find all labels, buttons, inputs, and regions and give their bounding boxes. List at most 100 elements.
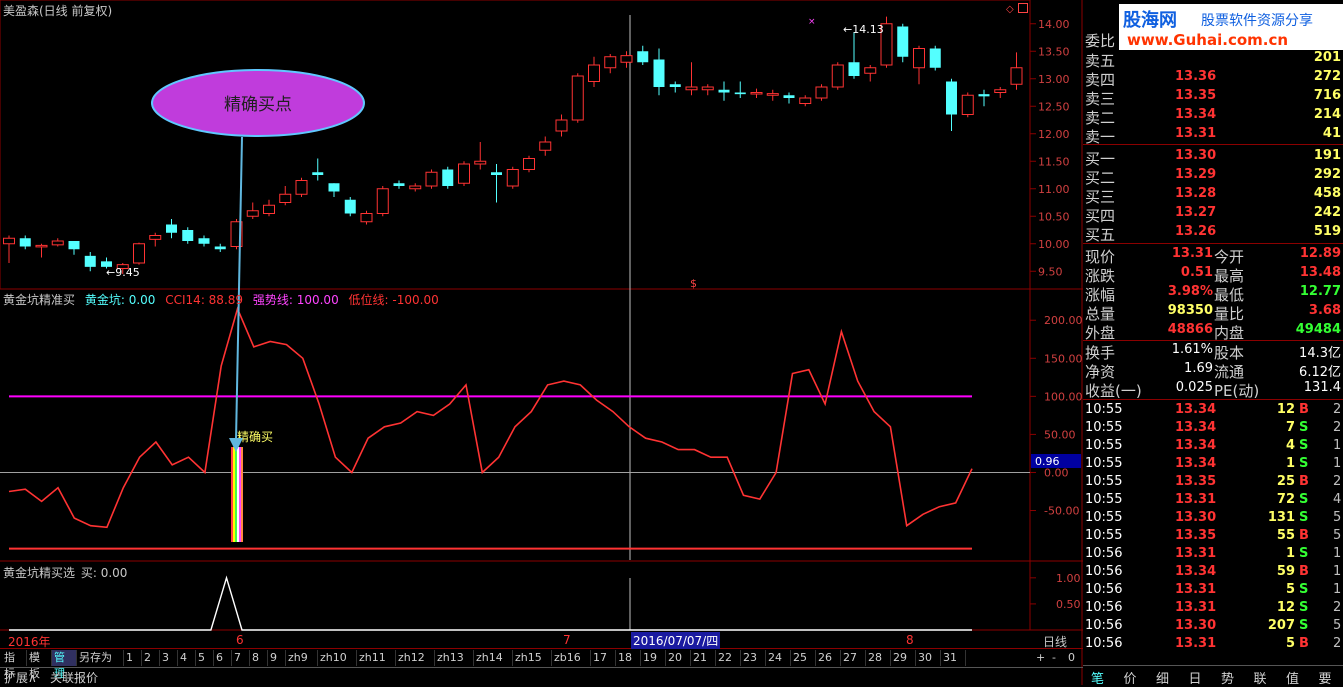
tick-time: 10:55 bbox=[1085, 474, 1123, 489]
bottom-tab[interactable]: zh12 bbox=[396, 650, 435, 666]
bottom-tab[interactable]: 28 bbox=[866, 650, 891, 666]
buy-order-row[interactable]: 买三 13.28 458 bbox=[1083, 185, 1343, 206]
bottom-tab[interactable]: 9 bbox=[268, 650, 286, 666]
sell-order-row[interactable]: 卖一 13.31 41 bbox=[1083, 125, 1343, 146]
zoom-out-button[interactable]: - bbox=[1052, 651, 1056, 664]
zoom-reset-button[interactable]: 0 bbox=[1068, 651, 1075, 664]
right-tab[interactable]: 价 bbox=[1124, 668, 1137, 687]
quote-row: 涨幅 3.98% 最低 12.77 bbox=[1083, 283, 1343, 304]
bottom-tab[interactable]: 25 bbox=[791, 650, 816, 666]
sell-order-row[interactable]: 卖二 13.34 214 bbox=[1083, 106, 1343, 127]
bottom-tab[interactable]: 4 bbox=[178, 650, 196, 666]
buy-order-row[interactable]: 买一 13.30 191 bbox=[1083, 147, 1343, 168]
bottom-tab[interactable]: zh14 bbox=[474, 650, 513, 666]
bottom-tab[interactable]: 3 bbox=[160, 650, 178, 666]
fund-value: 131.4 bbox=[1303, 380, 1341, 395]
bottom-tab[interactable]: 24 bbox=[766, 650, 791, 666]
buy-order-row[interactable]: 买四 13.27 242 bbox=[1083, 204, 1343, 225]
right-tab[interactable]: 日 bbox=[1189, 668, 1202, 687]
order-volume: 242 bbox=[1313, 205, 1341, 220]
period-label[interactable]: 日线 bbox=[1043, 633, 1067, 650]
tick-count: 1 bbox=[1333, 456, 1342, 471]
candle-body bbox=[637, 51, 649, 63]
bottom-tab[interactable]: 5 bbox=[196, 650, 214, 666]
bottom-tab[interactable]: 另存为 bbox=[77, 650, 124, 666]
quote-value: 98350 bbox=[1167, 303, 1213, 318]
bottom-tab[interactable]: 管理 bbox=[52, 650, 77, 680]
bottom-tab[interactable]: 22 bbox=[716, 650, 741, 666]
sell-order-row[interactable]: 卖三 13.35 716 bbox=[1083, 87, 1343, 108]
bottom-tab[interactable]: 17 bbox=[591, 650, 616, 666]
bottom-tab[interactable]: 模板 bbox=[27, 650, 52, 680]
expand-button[interactable]: 扩展∧ bbox=[4, 669, 37, 686]
bottom-tab[interactable]: 7 bbox=[232, 650, 250, 666]
sell-order-row[interactable]: 卖四 13.36 272 bbox=[1083, 68, 1343, 89]
tick-price: 13.34 bbox=[1175, 420, 1217, 435]
tick-volume: 131 bbox=[1267, 510, 1295, 525]
price-tick-label: 13.00 bbox=[1038, 73, 1070, 86]
bottom-tab[interactable]: 30 bbox=[916, 650, 941, 666]
bottom-tab[interactable]: zb16 bbox=[552, 650, 591, 666]
sell-order-row[interactable]: 卖五 201 bbox=[1083, 49, 1343, 70]
bottom-tab[interactable]: 27 bbox=[841, 650, 866, 666]
bottom-tab[interactable]: 19 bbox=[641, 650, 666, 666]
order-price: 13.30 bbox=[1175, 148, 1217, 163]
bottom-tab[interactable]: 29 bbox=[891, 650, 916, 666]
bottom-tab[interactable]: zh10 bbox=[318, 650, 357, 666]
bottom-tab[interactable]: 26 bbox=[816, 650, 841, 666]
buy-order-row[interactable]: 买二 13.29 292 bbox=[1083, 166, 1343, 187]
right-tab[interactable]: 联 bbox=[1254, 668, 1267, 687]
right-tab[interactable]: 笔 bbox=[1091, 668, 1104, 687]
tick-price: 13.35 bbox=[1175, 474, 1217, 489]
candle-body bbox=[588, 64, 600, 82]
bottom-tab[interactable]: 6 bbox=[214, 650, 232, 666]
order-volume: 292 bbox=[1313, 167, 1341, 182]
sub-indicator-name[interactable]: 黄金坑精买选 bbox=[3, 566, 75, 580]
bottom-tab[interactable]: 指标 bbox=[2, 650, 27, 680]
bottom-tab[interactable]: 20 bbox=[666, 650, 691, 666]
candle-body bbox=[84, 255, 96, 267]
dollar-mark: $ bbox=[690, 277, 697, 290]
right-tab[interactable]: 要 bbox=[1319, 668, 1332, 687]
bottom-tab[interactable]: 8 bbox=[250, 650, 268, 666]
indicator-tick-label: 0.00 bbox=[1044, 466, 1069, 479]
buy-order-row[interactable]: 买五 13.26 519 bbox=[1083, 223, 1343, 244]
diamond-icon[interactable]: ◇ bbox=[1006, 4, 1014, 15]
candle-body bbox=[35, 244, 48, 248]
tick-price: 13.34 bbox=[1175, 402, 1217, 417]
bottom-tab[interactable]: 18 bbox=[616, 650, 641, 666]
right-tab[interactable]: 势 bbox=[1221, 668, 1234, 687]
tick-time: 10:55 bbox=[1085, 402, 1123, 417]
quote-value: 0.51 bbox=[1180, 265, 1213, 280]
order-price: 13.36 bbox=[1175, 69, 1217, 84]
bottom-tab[interactable]: zh13 bbox=[435, 650, 474, 666]
right-tab[interactable]: 细 bbox=[1156, 668, 1169, 687]
tick-side: S bbox=[1299, 618, 1309, 633]
right-tab[interactable]: 值 bbox=[1286, 668, 1299, 687]
bottom-tab[interactable]: 2 bbox=[142, 650, 160, 666]
related-quote-button[interactable]: 关联报价 bbox=[50, 669, 98, 686]
bottom-tab[interactable]: zh15 bbox=[513, 650, 552, 666]
bottom-tab[interactable]: 1 bbox=[124, 650, 142, 666]
tick-time: 10:56 bbox=[1085, 600, 1123, 615]
tick-count: 1 bbox=[1333, 564, 1342, 579]
price-tick-label: 12.50 bbox=[1038, 100, 1070, 113]
bottom-tab[interactable]: 21 bbox=[691, 650, 716, 666]
candle-body bbox=[166, 224, 177, 233]
tick-price: 13.31 bbox=[1175, 546, 1217, 561]
bottom-tab[interactable]: zh11 bbox=[357, 650, 396, 666]
bottom-tab[interactable]: 31 bbox=[941, 650, 966, 666]
fund-value: 0.025 bbox=[1175, 380, 1213, 395]
tick-time: 10:56 bbox=[1085, 636, 1123, 651]
bottom-tab[interactable]: 23 bbox=[741, 650, 766, 666]
maximize-icon[interactable] bbox=[1018, 3, 1028, 13]
chart-area[interactable]: 14.0013.5013.0012.5012.0011.5011.0010.50… bbox=[0, 0, 1083, 685]
label-strong: 强势线: 100.00 bbox=[252, 293, 339, 307]
bottom-tab[interactable]: zh9 bbox=[286, 650, 318, 666]
order-volume: 716 bbox=[1313, 88, 1341, 103]
order-price: 13.27 bbox=[1175, 205, 1217, 220]
indicator-name[interactable]: 黄金坑精准买 bbox=[3, 293, 75, 307]
quote-value: 49484 bbox=[1295, 322, 1341, 337]
candle-body bbox=[766, 93, 779, 96]
zoom-in-button[interactable]: + bbox=[1036, 651, 1045, 664]
